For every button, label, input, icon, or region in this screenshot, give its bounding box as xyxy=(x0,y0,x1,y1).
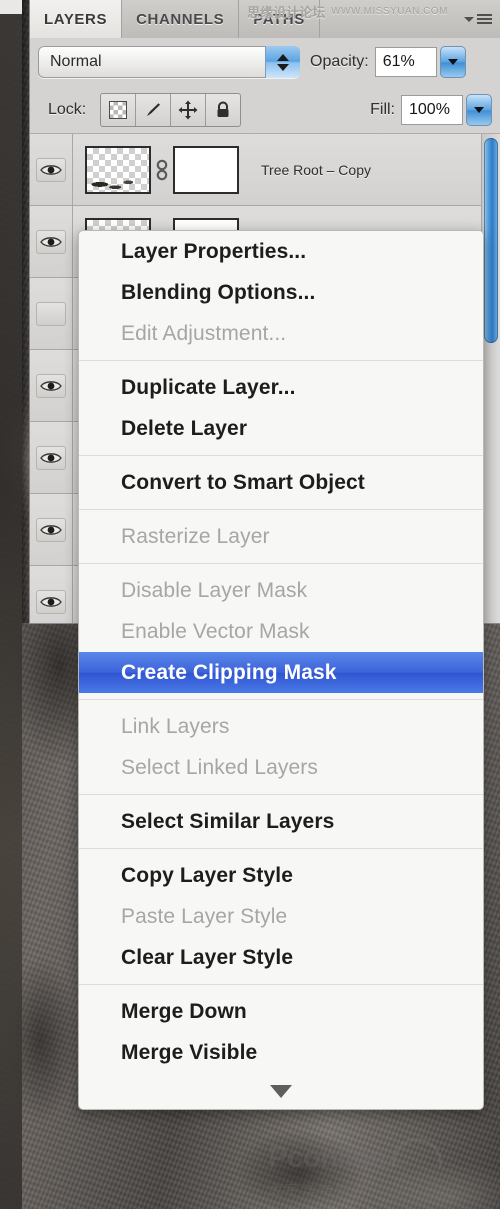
menu-separator xyxy=(79,699,483,700)
menu-item-disable-layer-mask: Disable Layer Mask xyxy=(121,579,308,602)
tab-channels-label: CHANNELS xyxy=(136,10,225,28)
lock-position-button[interactable] xyxy=(171,93,207,126)
visibility-toggle[interactable] xyxy=(36,229,66,254)
eye-icon xyxy=(40,236,62,247)
menu-item-copy-layer-style[interactable]: Copy Layer Style xyxy=(79,855,483,896)
fill-input[interactable]: 100% xyxy=(401,94,463,125)
lock-all-button[interactable] xyxy=(206,94,240,126)
menu-item-select-similar-layers[interactable]: Select Similar Layers xyxy=(79,801,483,842)
panel-menu-button[interactable] xyxy=(456,0,500,38)
blend-mode-select[interactable]: Normal xyxy=(38,46,300,78)
menu-separator xyxy=(79,563,483,564)
chevron-up-icon xyxy=(277,53,289,61)
layer-thumbnail-content xyxy=(91,175,135,190)
link-icon xyxy=(156,159,168,180)
tab-channels[interactable]: CHANNELS xyxy=(122,0,240,38)
menu-item-paste-layer-style: Paste Layer Style xyxy=(121,905,288,928)
visibility-toggle[interactable] xyxy=(36,589,66,614)
menu-item-convert-to-smart-object[interactable]: Convert to Smart Object xyxy=(79,462,483,503)
menu-item-link-layers: Link Layers xyxy=(121,715,230,738)
eye-icon xyxy=(40,524,62,535)
menu-item-select-linked-layers: Select Linked Layers xyxy=(121,756,318,779)
fill-label: Fill: xyxy=(370,100,395,118)
chevron-down-icon xyxy=(447,59,458,65)
menu-separator xyxy=(79,848,483,849)
menu-separator xyxy=(79,509,483,510)
layer-visibility-cell[interactable] xyxy=(30,206,73,277)
tab-layers-label: LAYERS xyxy=(44,10,108,28)
layer-visibility-cell[interactable] xyxy=(30,494,73,565)
move-icon xyxy=(178,100,198,119)
opacity-input[interactable]: 61% xyxy=(374,47,437,77)
layer-thumbnail[interactable] xyxy=(85,145,151,194)
lock-row: Lock: Fill: 100% xyxy=(30,86,500,134)
menu-separator xyxy=(79,984,483,985)
menu-scroll-down-button[interactable] xyxy=(79,1073,483,1109)
menu-item-enable-vector-mask: Enable Vector Mask xyxy=(121,620,310,643)
layer-visibility-cell[interactable] xyxy=(30,134,73,205)
watermark-top-en: WWW.MISSYUAN.COM xyxy=(331,6,448,17)
background-top-left-corner xyxy=(0,0,22,14)
menu-item-layer-properties[interactable]: Layer Properties... xyxy=(79,231,483,272)
fill-slider-button[interactable] xyxy=(466,93,492,126)
table-row[interactable]: Tree Root – Copy xyxy=(30,134,500,206)
visibility-toggle[interactable] xyxy=(36,517,66,542)
menu-item-merge-down[interactable]: Merge Down xyxy=(79,991,483,1032)
blend-mode-value: Normal xyxy=(50,53,102,70)
lock-transparent-pixels-icon xyxy=(109,100,128,119)
brush-icon xyxy=(147,102,161,116)
lock-button-group xyxy=(100,92,242,127)
chevron-down-icon xyxy=(277,63,289,71)
blend-mode-stepper[interactable] xyxy=(265,46,300,78)
visibility-toggle[interactable] xyxy=(36,445,66,470)
menu-item-merge-visible[interactable]: Merge Visible xyxy=(79,1032,483,1073)
menu-item-blending-options[interactable]: Blending Options... xyxy=(79,272,483,313)
layer-visibility-cell[interactable] xyxy=(30,350,73,421)
background-dark-strip xyxy=(0,0,22,1209)
blend-mode-row: Normal Opacity: 61% xyxy=(30,38,500,86)
menu-separator xyxy=(79,794,483,795)
menu-separator xyxy=(79,455,483,456)
chevron-down-icon xyxy=(474,106,484,113)
menu-item-edit-adjustment: Edit Adjustment... xyxy=(121,322,287,345)
eye-icon xyxy=(40,452,62,463)
chevron-down-icon xyxy=(270,1084,292,1098)
eye-icon xyxy=(40,164,62,175)
menu-item-clear-layer-style[interactable]: Clear Layer Style xyxy=(79,937,483,978)
lock-image-pixels-button[interactable] xyxy=(136,93,172,126)
watermark-top: 思缘设计论坛 WWW.MISSYUAN.COM xyxy=(247,2,448,21)
screenshot-root: LAYERS CHANNELS PATHS 思缘设计论坛 WWW.MISSYUA… xyxy=(0,0,500,1209)
menu-item-create-clipping-mask[interactable]: Create Clipping Mask xyxy=(79,652,483,693)
opacity-label: Opacity: xyxy=(310,53,369,70)
chevron-down-icon xyxy=(464,16,474,22)
lock-transparent-pixels-button[interactable] xyxy=(101,93,137,126)
lock-label: Lock: xyxy=(48,100,87,118)
layer-list-scrollbar-thumb[interactable] xyxy=(484,138,498,343)
layer-mask-link-icon[interactable] xyxy=(151,157,173,183)
menu-separator xyxy=(79,360,483,361)
layer-visibility-cell[interactable] xyxy=(30,422,73,493)
opacity-slider-button[interactable] xyxy=(439,46,466,78)
eye-icon xyxy=(40,596,62,607)
eye-icon xyxy=(40,380,62,391)
menu-item-rasterize-layer: Rasterize Layer xyxy=(121,525,270,548)
layer-context-menu[interactable]: Layer Properties... Blending Options... … xyxy=(78,230,484,1110)
layer-mask-thumbnail[interactable] xyxy=(173,145,239,194)
layer-visibility-cell[interactable] xyxy=(30,278,73,349)
hamburger-icon xyxy=(477,14,492,24)
menu-item-delete-layer[interactable]: Delete Layer xyxy=(79,408,483,449)
visibility-toggle[interactable] xyxy=(36,157,66,182)
layer-name[interactable]: Tree Root – Copy xyxy=(261,162,371,178)
tab-layers[interactable]: LAYERS xyxy=(30,0,123,39)
visibility-toggle[interactable] xyxy=(36,373,66,398)
visibility-toggle-off[interactable] xyxy=(36,301,66,326)
lock-icon xyxy=(217,101,229,117)
menu-item-duplicate-layer[interactable]: Duplicate Layer... xyxy=(79,367,483,408)
watermark-top-cn: 思缘设计论坛 xyxy=(247,5,326,20)
layer-visibility-cell[interactable] xyxy=(30,566,73,623)
